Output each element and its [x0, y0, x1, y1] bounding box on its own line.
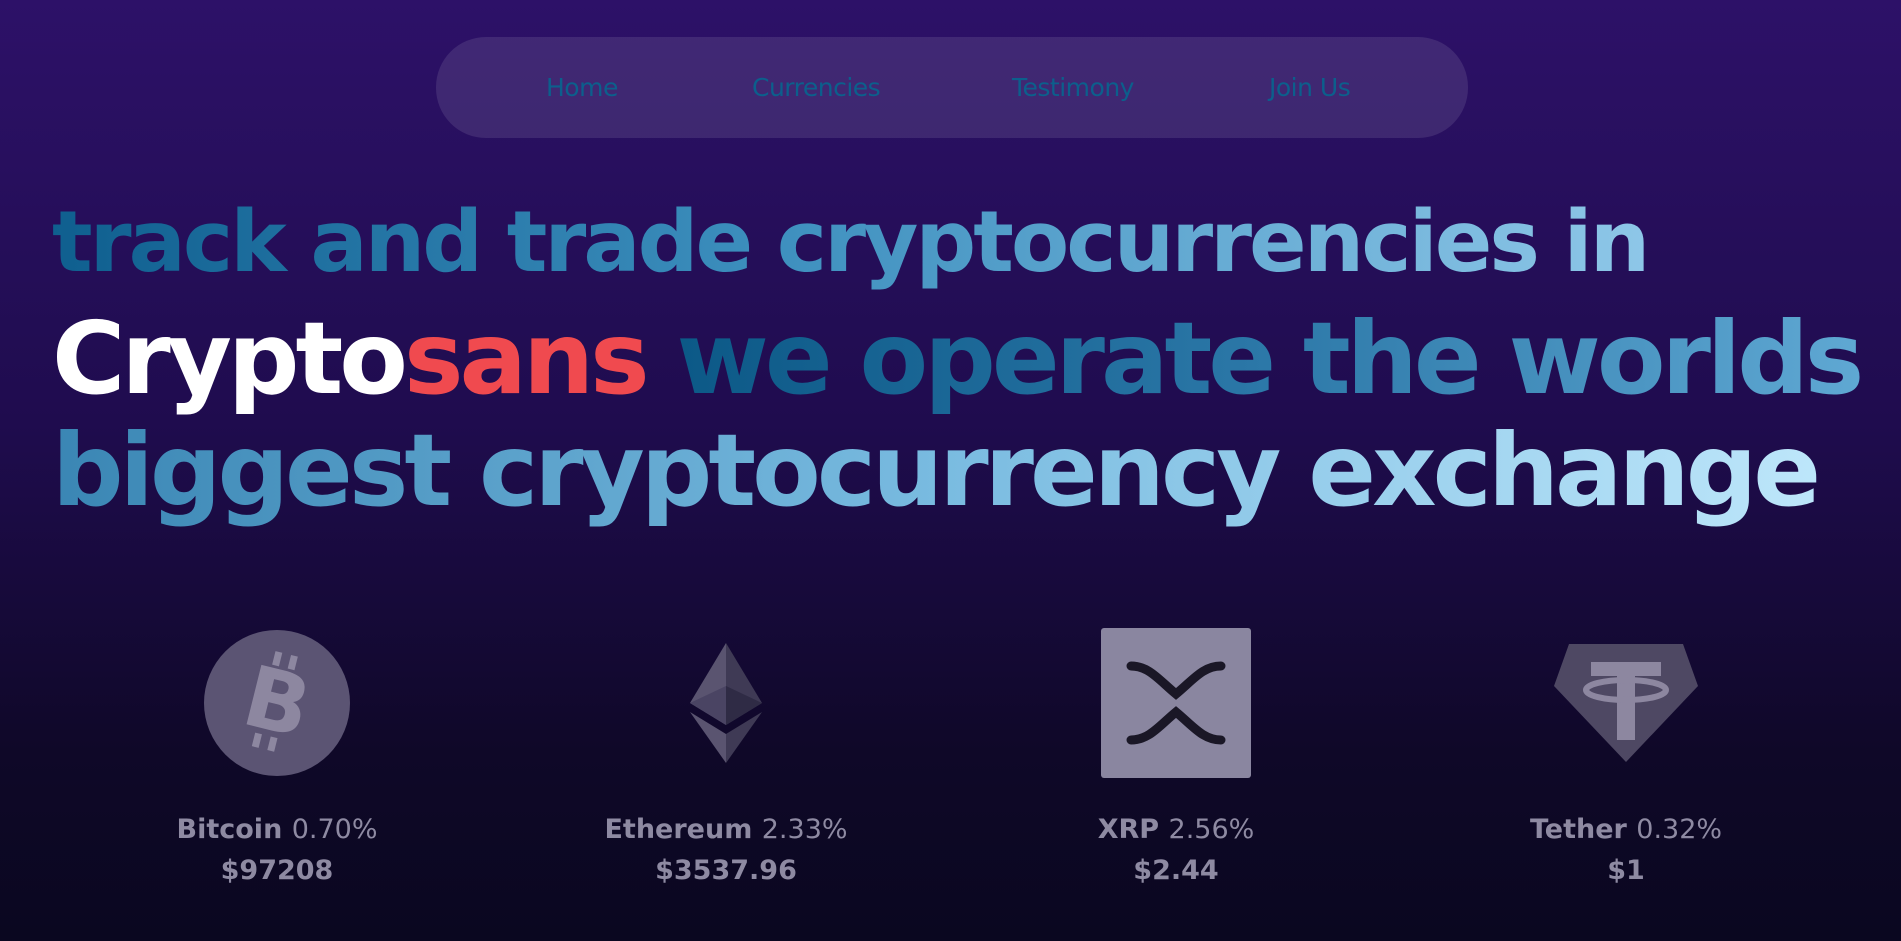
coin-card-xrp[interactable]: XRP 2.56% $2.44	[1026, 628, 1326, 886]
coin-price: $3537.96	[655, 855, 797, 886]
bitcoin-icon: B	[202, 628, 352, 778]
coin-price: $97208	[220, 855, 334, 886]
coin-name-row: Tether 0.32%	[1476, 814, 1776, 845]
coin-change: 2.56%	[1168, 814, 1255, 845]
coin-change: 2.33%	[761, 814, 848, 845]
coin-name-row: Bitcoin 0.70%	[127, 814, 427, 845]
coin-price: $2.44	[1133, 855, 1219, 886]
brand-name-part-1: Crypto	[52, 300, 408, 417]
coin-name-row: Ethereum 2.33%	[576, 814, 876, 845]
coin-card-ethereum[interactable]: Ethereum 2.33% $3537.96	[576, 628, 876, 886]
coin-price: $1	[1607, 855, 1645, 886]
brand-name-part-2: sans	[403, 300, 650, 417]
hero-line-3: biggest cryptocurrency exchange	[52, 412, 1821, 529]
nav-home-link[interactable]: Home	[546, 73, 618, 102]
ethereum-icon	[651, 628, 801, 778]
top-navigation: Home Currencies Testimony Join Us	[436, 37, 1468, 138]
hero-line-1: track and trade cryptocurrencies in	[52, 193, 1650, 292]
coin-change: 0.32%	[1636, 814, 1723, 845]
nav-testimony-link[interactable]: Testimony	[1012, 73, 1134, 102]
hero-line-2: Cryptosans we operate the worlds	[52, 300, 1865, 417]
coin-card-tether[interactable]: Tether 0.32% $1	[1476, 628, 1776, 886]
coin-change: 0.70%	[291, 814, 378, 845]
nav-currencies-link[interactable]: Currencies	[752, 73, 881, 102]
nav-join-us-link[interactable]: Join Us	[1269, 73, 1351, 102]
coin-name: Bitcoin	[176, 814, 283, 845]
coin-name: Tether	[1529, 814, 1627, 845]
tether-icon	[1551, 628, 1701, 778]
xrp-icon	[1101, 628, 1251, 778]
coin-name-row: XRP 2.56%	[1026, 814, 1326, 845]
coin-card-bitcoin[interactable]: B Bitcoin 0.70% $97208	[127, 628, 427, 886]
hero-line-2-rest: we operate the worlds	[645, 300, 1865, 417]
coin-name: XRP	[1097, 814, 1160, 845]
coin-name: Ethereum	[604, 814, 753, 845]
